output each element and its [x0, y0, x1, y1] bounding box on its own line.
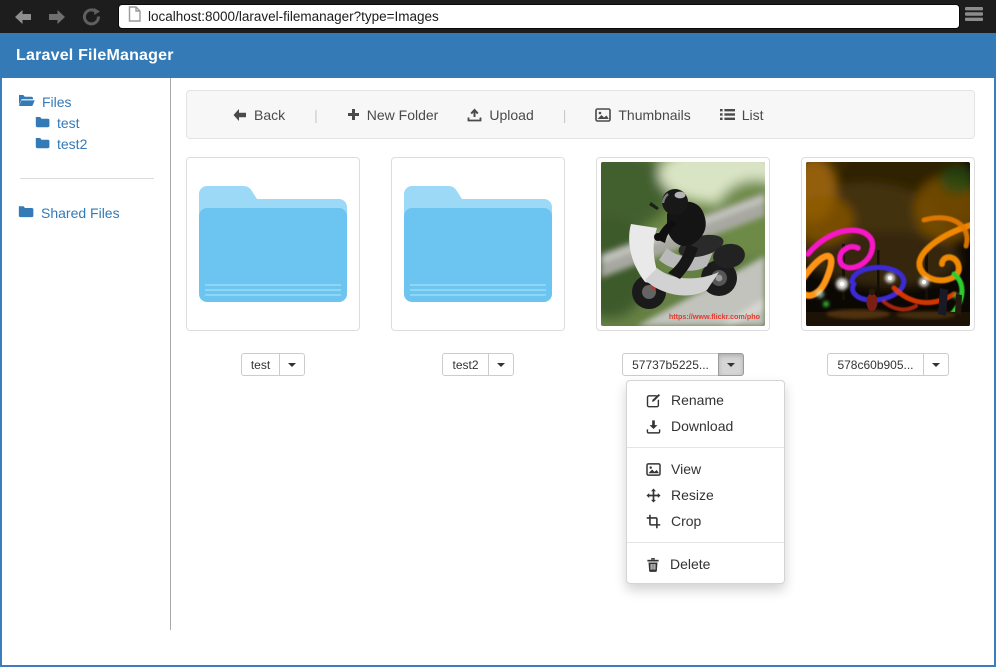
caret-down-icon [932, 363, 940, 367]
address-bar[interactable]: localhost:8000/laravel-filemanager?type=… [118, 4, 960, 29]
big-folder-icon [199, 186, 347, 302]
thumbnails-label: Thumbnails [618, 107, 690, 123]
browser-forward-icon[interactable] [46, 7, 68, 27]
url-text[interactable]: localhost:8000/laravel-filemanager?type=… [148, 9, 439, 24]
item-name-button[interactable]: 57737b5225... [622, 353, 719, 376]
browser-chrome: localhost:8000/laravel-filemanager?type=… [0, 0, 996, 33]
plus-icon [347, 108, 360, 121]
item-dropdown-toggle[interactable] [279, 353, 305, 376]
page-icon [128, 6, 141, 27]
menu-item-delete[interactable]: Delete [627, 551, 784, 577]
resize-icon [646, 488, 661, 503]
grid-item-folder-test: test [186, 157, 360, 376]
crop-icon [646, 514, 661, 529]
back-label: Back [254, 107, 285, 123]
back-button[interactable]: Back [232, 107, 285, 123]
menu-item-download[interactable]: Download [627, 413, 784, 439]
browser-refresh-icon[interactable] [80, 7, 102, 27]
folder-icon [35, 113, 50, 133]
menu-item-view[interactable]: View [627, 456, 784, 482]
thumbnails-button[interactable]: Thumbnails [595, 107, 690, 123]
list-label: List [742, 107, 764, 123]
image-card[interactable] [801, 157, 975, 331]
big-folder-icon [404, 186, 552, 302]
item-dropdown-toggle[interactable] [923, 353, 949, 376]
app-title: Laravel FileManager [16, 47, 174, 65]
menu-item-label: Rename [671, 392, 724, 408]
new-folder-label: New Folder [367, 107, 439, 123]
grid-item-image-57737b5225: https://www.flickr.com/pho 57737b5225...… [596, 157, 770, 376]
item-grid: test test2 [186, 157, 975, 376]
list-icon [720, 108, 735, 121]
menu-item-resize[interactable]: Resize [627, 482, 784, 508]
caret-down-icon [727, 363, 735, 367]
arrow-left-icon [232, 108, 247, 122]
menu-item-label: Crop [671, 513, 701, 529]
menu-divider [627, 447, 784, 448]
menu-item-label: Download [671, 418, 733, 434]
upload-icon [467, 107, 482, 122]
motorcycle-thumbnail: https://www.flickr.com/pho [601, 162, 765, 326]
menu-item-crop[interactable]: Crop [627, 508, 784, 534]
watermark-text: https://www.flickr.com/pho [669, 312, 761, 321]
browser-back-icon[interactable] [12, 7, 34, 27]
sidebar-item-shared-files[interactable]: Shared Files [18, 203, 170, 223]
sidebar-item-test[interactable]: test [35, 113, 170, 133]
menu-item-label: Delete [670, 556, 710, 572]
item-name-button[interactable]: 578c60b905... [827, 353, 923, 376]
menu-item-label: Resize [671, 487, 714, 503]
view-icon [646, 463, 661, 476]
sidebar-divider [20, 178, 154, 179]
upload-button[interactable]: Upload [467, 107, 533, 123]
sidebar: Files test test2 [2, 78, 171, 630]
toolbar-separator: | [314, 107, 318, 123]
sidebar-item-label[interactable]: test [57, 113, 80, 133]
sidebar-item-test2[interactable]: test2 [35, 134, 170, 154]
toolbar-separator: | [563, 107, 567, 123]
menu-divider [627, 542, 784, 543]
folder-icon [18, 203, 34, 223]
context-menu: Rename Download [626, 380, 785, 584]
delete-icon [646, 557, 660, 572]
sidebar-item-files[interactable]: Files [18, 92, 170, 112]
menu-item-rename[interactable]: Rename [627, 387, 784, 413]
app-body: Files test test2 [0, 78, 996, 667]
item-name-button[interactable]: test [241, 353, 280, 376]
sidebar-item-label[interactable]: test2 [57, 134, 87, 154]
folder-card[interactable] [391, 157, 565, 331]
menu-item-label: View [671, 461, 701, 477]
list-button[interactable]: List [720, 107, 764, 123]
image-card[interactable]: https://www.flickr.com/pho [596, 157, 770, 331]
upload-label: Upload [489, 107, 533, 123]
main-content: Back | New Folder Upload | [171, 78, 994, 665]
folder-card[interactable] [186, 157, 360, 331]
grid-item-image-578c60b905: 578c60b905... [801, 157, 975, 376]
toolbar: Back | New Folder Upload | [186, 90, 975, 139]
caret-down-icon [288, 363, 296, 367]
light-painting-thumbnail [806, 162, 970, 326]
item-dropdown-toggle-open[interactable] [718, 353, 744, 376]
app-navbar: Laravel FileManager [0, 33, 996, 78]
browser-menu-icon[interactable] [964, 6, 984, 27]
sidebar-item-label[interactable]: Shared Files [41, 203, 120, 223]
item-dropdown-toggle[interactable] [488, 353, 514, 376]
grid-item-folder-test2: test2 [391, 157, 565, 376]
item-name-button[interactable]: test2 [442, 353, 488, 376]
rename-icon [646, 393, 661, 408]
new-folder-button[interactable]: New Folder [347, 107, 439, 123]
download-icon [646, 419, 661, 434]
folder-icon [35, 134, 50, 154]
folder-open-icon [18, 92, 35, 112]
sidebar-item-label[interactable]: Files [42, 92, 72, 112]
caret-down-icon [497, 363, 505, 367]
picture-icon [595, 108, 611, 122]
